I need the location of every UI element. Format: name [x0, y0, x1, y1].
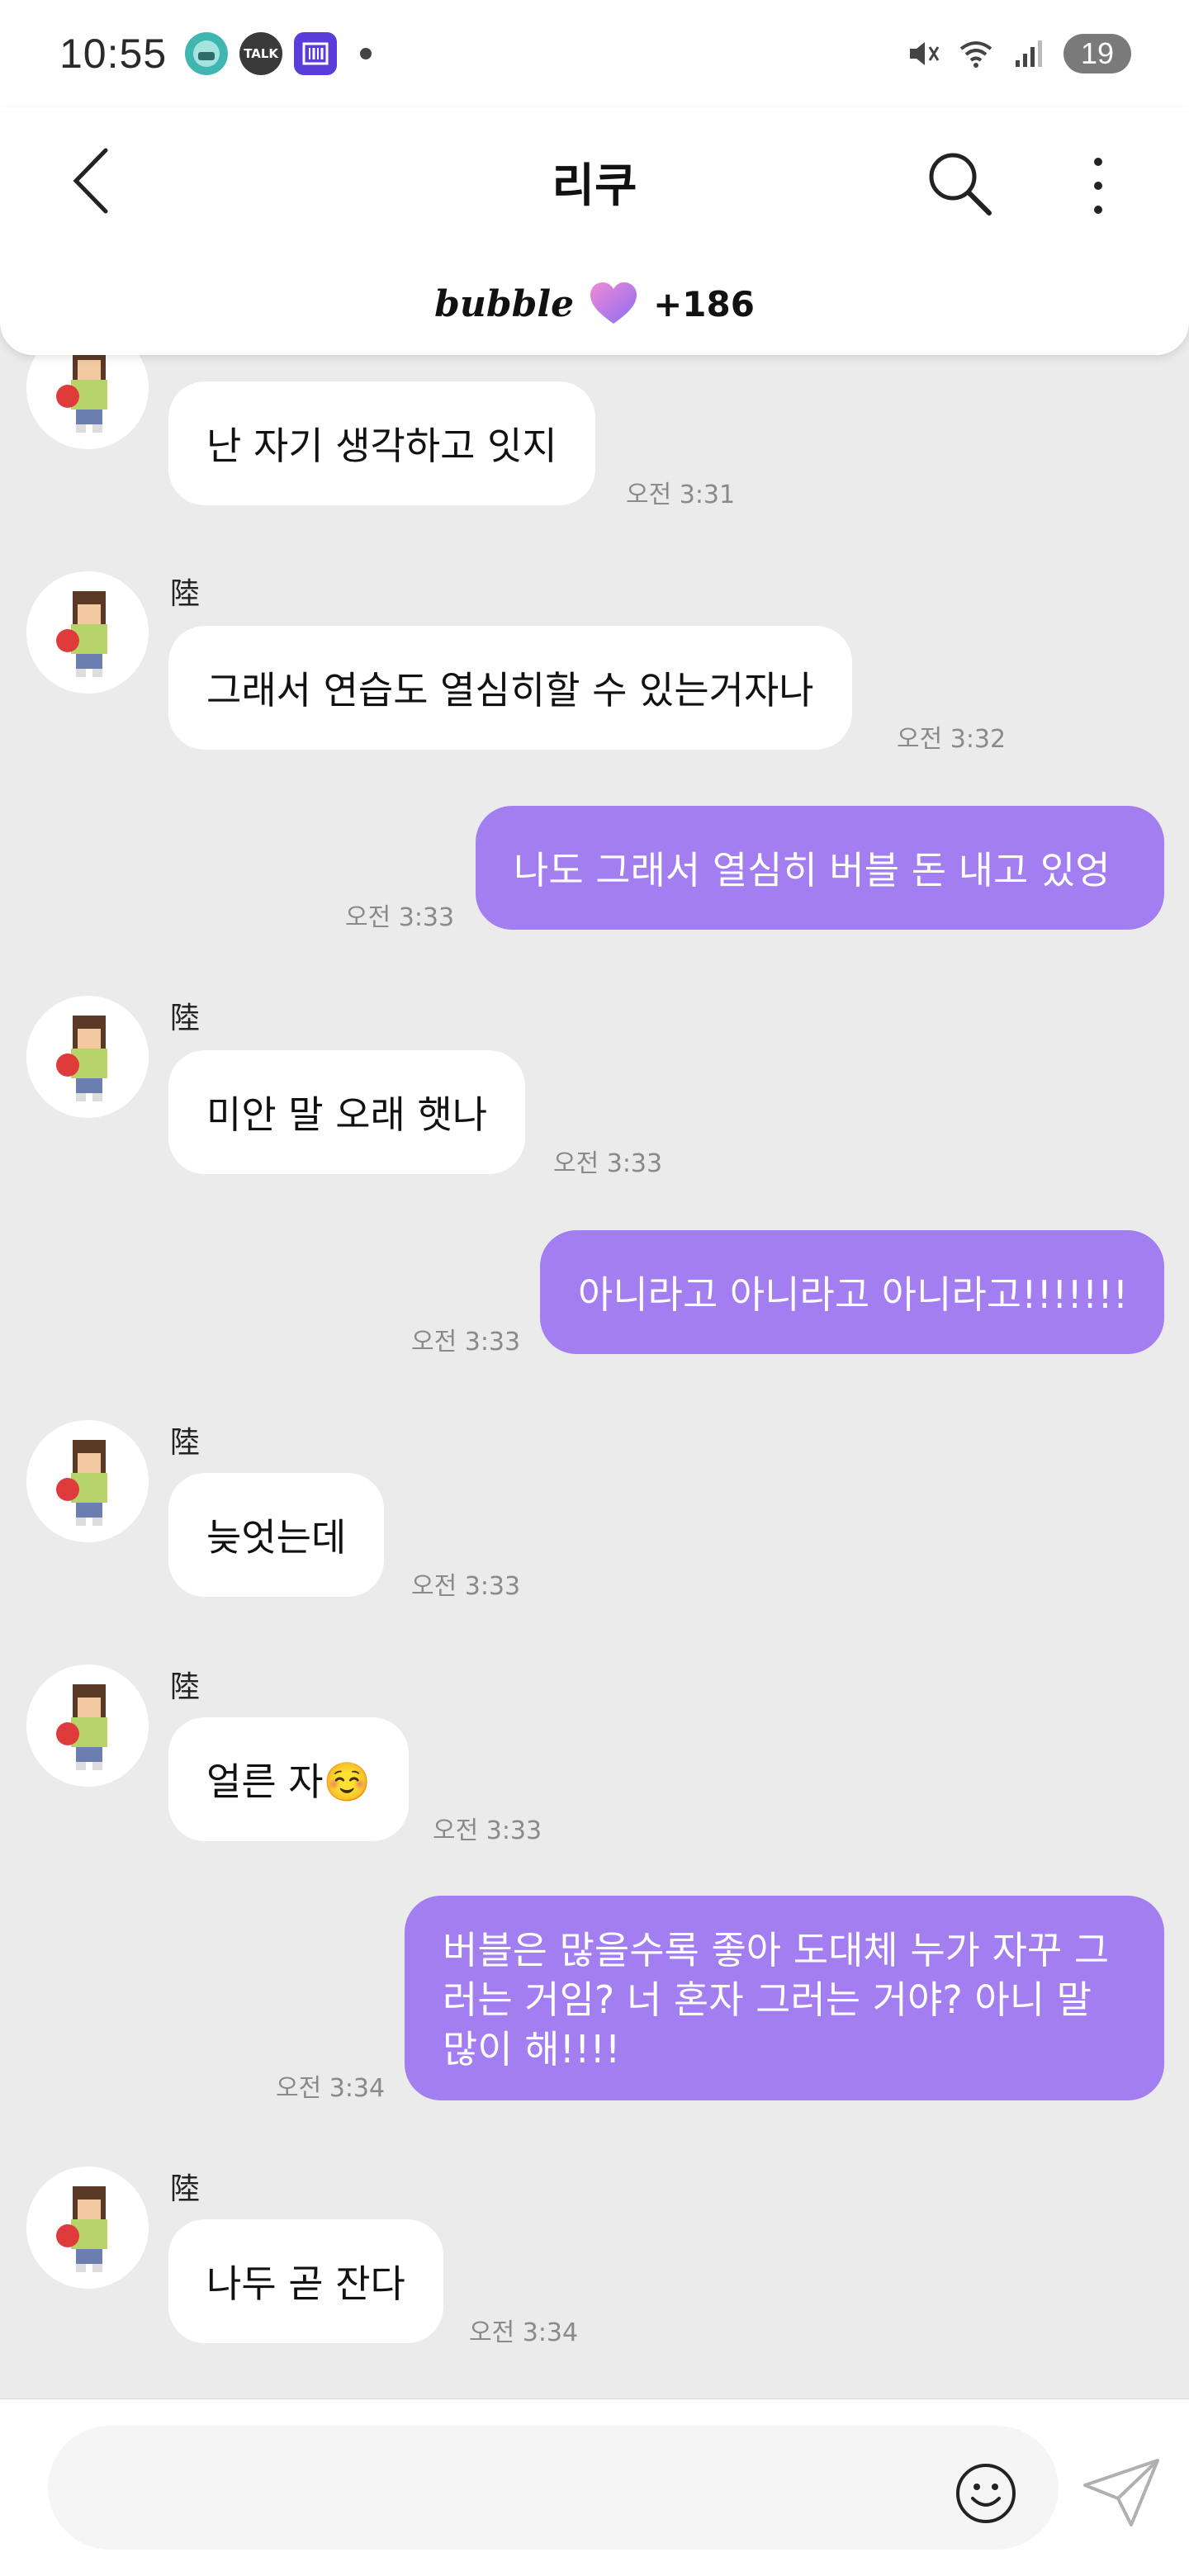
sender-name: 陸: [170, 1002, 201, 1035]
sender-name: 陸: [170, 1426, 201, 1460]
message-time: 오전 3:33: [411, 1572, 521, 1601]
message-bubble[interactable]: 버블은 많을수록 좋아 도대체 누가 자꾸 그러는 거임? 너 혼자 그러는 거…: [405, 1896, 1164, 2100]
bubble-logo: bubble: [434, 282, 575, 325]
message-time: 오전 3:32: [897, 725, 1007, 754]
message-bubble[interactable]: 얼른 자☺️: [168, 1717, 409, 1841]
message-bubble[interactable]: 나도 그래서 열심히 버블 돈 내고 있엉: [476, 806, 1164, 930]
heart-icon: [590, 282, 637, 324]
message-time: 오전 3:33: [553, 1149, 663, 1178]
chat-header: 리쿠 bubble +186: [0, 107, 1189, 355]
message-bubble[interactable]: 그래서 연습도 열심히할 수 있는거자나: [168, 626, 852, 750]
avatar[interactable]: [26, 1420, 149, 1542]
send-icon[interactable]: [1082, 2457, 1161, 2528]
avatar[interactable]: [26, 996, 149, 1118]
more-options-icon[interactable]: [1082, 149, 1115, 223]
message-input[interactable]: [48, 2426, 1059, 2550]
chat-area[interactable]: 난 자기 생각하고 잇지 오전 3:31 陸 그래서 연습도 열심히할 수 있는…: [0, 0, 1189, 2398]
message-bubble[interactable]: 아니라고 아니라고 아니라고!!!!!!!: [540, 1230, 1164, 1354]
page-title: 리쿠: [552, 159, 637, 213]
avatar[interactable]: [26, 2166, 149, 2289]
message-bubble[interactable]: 나두 곧 잔다: [168, 2219, 443, 2343]
emoji-icon[interactable]: [955, 2462, 1017, 2525]
bubble-status[interactable]: bubble +186: [0, 281, 1189, 327]
sender-name: 陸: [170, 2172, 201, 2206]
message-bubble[interactable]: 미안 말 오래 햇나: [168, 1050, 526, 1174]
message-time: 오전 3:33: [433, 1816, 542, 1845]
message-time: 오전 3:31: [626, 481, 736, 509]
sender-name: 陸: [170, 577, 201, 611]
heart-count: +186: [653, 283, 755, 324]
message-time: 오전 3:34: [276, 2074, 386, 2103]
message-input-bar: [0, 2398, 1189, 2576]
message-time: 오전 3:34: [469, 2318, 579, 2347]
search-icon[interactable]: [925, 149, 994, 218]
message-time: 오전 3:33: [411, 1328, 521, 1357]
message-bubble[interactable]: 늦엇는데: [168, 1473, 385, 1597]
avatar[interactable]: [26, 571, 149, 694]
sender-name: 陸: [170, 1670, 201, 1704]
avatar[interactable]: [26, 1664, 149, 1787]
message-bubble[interactable]: 난 자기 생각하고 잇지: [168, 381, 595, 505]
message-time: 오전 3:33: [345, 903, 455, 932]
